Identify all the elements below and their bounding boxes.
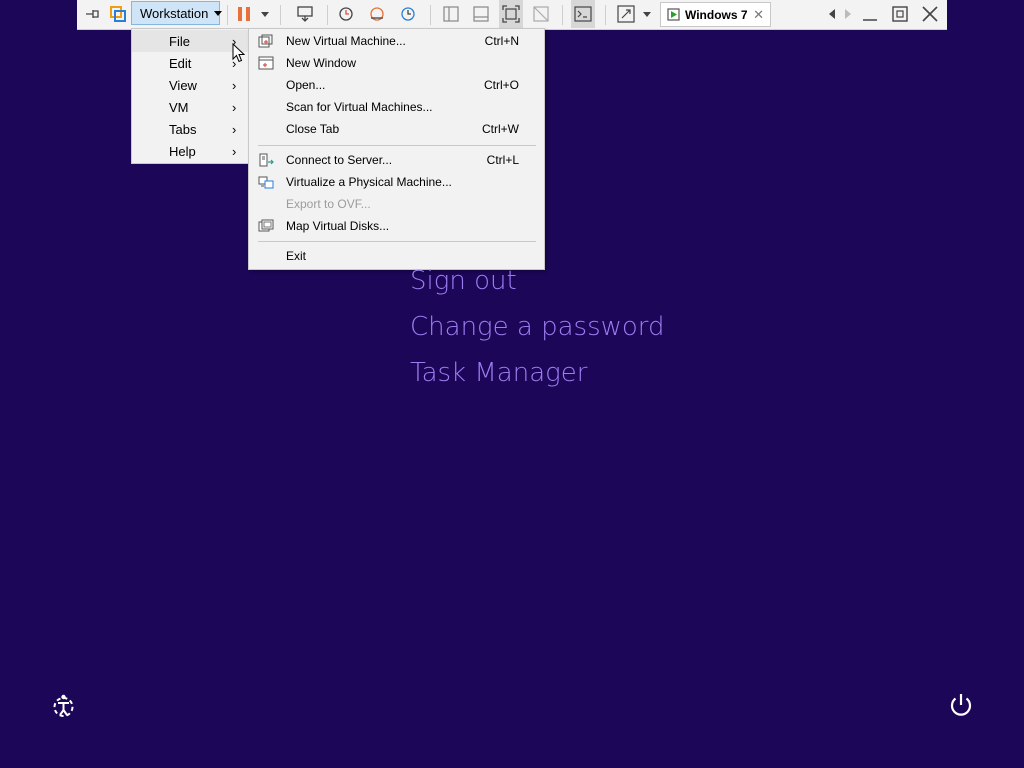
toolbar-divider (562, 5, 563, 25)
menu-item-edit[interactable]: Edit › (132, 52, 248, 74)
new-vm-icon (258, 34, 273, 48)
menu-item-map-virtual-disks[interactable]: Map Virtual Disks... (249, 215, 544, 237)
pause-icon[interactable] (233, 0, 255, 28)
close-icon[interactable] (919, 0, 941, 28)
snapshot-manager-icon[interactable] (397, 0, 419, 28)
toolbar-divider (605, 5, 606, 25)
tab-label: Windows 7 (685, 7, 748, 22)
menu-item-new-window[interactable]: New Window (249, 52, 544, 74)
menu-item-label: Close Tab (286, 122, 340, 136)
revert-snapshot-icon[interactable] (366, 0, 388, 28)
menu-item-label: New Virtual Machine... (286, 34, 406, 48)
show-library-icon[interactable] (440, 0, 462, 28)
vmware-toolbar: Workstation Windows 7 ✕ (77, 0, 947, 30)
unity-icon[interactable] (530, 0, 552, 28)
power-icon[interactable] (948, 692, 974, 718)
menu-item-vm[interactable]: VM › (132, 96, 248, 118)
mouse-pointer-icon (232, 43, 245, 63)
tab-close-icon[interactable]: ✕ (753, 7, 764, 23)
new-window-icon (258, 56, 274, 70)
tab-windows-7[interactable]: Windows 7 ✕ (660, 2, 771, 27)
restore-icon[interactable] (889, 0, 911, 28)
shortcut-label: Ctrl+N (484, 34, 519, 48)
send-ctrl-alt-del-icon[interactable] (294, 0, 316, 28)
sign-out-link[interactable]: Sign out (410, 266, 517, 296)
connect-server-icon (259, 153, 274, 167)
menu-item-scan-virtual-machines[interactable]: Scan for Virtual Machines... (249, 96, 544, 118)
menu-item-label: Map Virtual Disks... (286, 219, 390, 233)
workstation-menu-button[interactable]: Workstation (131, 1, 223, 25)
stretch-guest-icon[interactable] (615, 0, 637, 28)
virtualize-icon (258, 176, 274, 189)
shortcut-label: Ctrl+L (486, 153, 519, 167)
menu-item-tabs[interactable]: Tabs › (132, 118, 248, 140)
task-manager-link[interactable]: Task Manager (410, 358, 587, 388)
menu-item-label: View (169, 78, 197, 93)
menu-item-label: Export to OVF... (286, 197, 371, 211)
file-submenu: New Virtual Machine... Ctrl+N New Window… (248, 28, 545, 270)
menu-item-label: File (169, 34, 190, 49)
menu-item-export-to-ovf: Export to OVF... (249, 193, 544, 215)
menu-item-connect-to-server[interactable]: Connect to Server... Ctrl+L (249, 149, 544, 171)
tab-scroll-right-icon[interactable] (841, 0, 855, 28)
menu-item-label: Virtualize a Physical Machine... (286, 175, 452, 189)
chevron-right-icon: › (232, 78, 237, 93)
menu-separator (258, 241, 536, 242)
menu-item-file[interactable]: File › (132, 30, 248, 52)
toolbar-divider (430, 5, 431, 25)
menu-item-virtualize-physical-machine[interactable]: Virtualize a Physical Machine... (249, 171, 544, 193)
shortcut-label: Ctrl+W (482, 122, 519, 136)
change-password-link[interactable]: Change a password (410, 312, 665, 342)
ease-of-access-icon[interactable] (50, 693, 77, 720)
menu-item-label: Exit (286, 249, 307, 263)
menu-item-help[interactable]: Help › (132, 140, 248, 162)
workstation-label: Workstation (140, 5, 209, 21)
tab-scroll-left-icon[interactable] (825, 0, 839, 28)
menu-item-exit[interactable]: Exit (249, 245, 544, 267)
menu-item-label: New Window (286, 56, 357, 70)
menu-item-label: VM (169, 100, 189, 115)
map-disks-icon (258, 219, 274, 232)
show-thumbnail-bar-icon[interactable] (470, 0, 492, 28)
power-dropdown-icon[interactable] (258, 0, 272, 28)
menu-separator (258, 145, 536, 146)
shortcut-label: Ctrl+O (483, 78, 519, 92)
console-view-icon[interactable] (571, 0, 595, 28)
full-screen-icon[interactable] (499, 0, 523, 28)
chevron-right-icon: › (232, 100, 237, 115)
minimize-icon[interactable] (859, 0, 881, 28)
vmware-logo-icon (108, 0, 128, 28)
chevron-right-icon: › (232, 144, 237, 159)
menu-item-label: Connect to Server... (286, 153, 393, 167)
menu-item-label: Edit (169, 56, 192, 71)
toolbar-divider (327, 5, 328, 25)
menu-item-view[interactable]: View › (132, 74, 248, 96)
menu-item-label: Open... (286, 78, 326, 92)
pin-icon[interactable] (83, 0, 103, 28)
menu-item-label: Help (169, 144, 196, 159)
menu-item-label: Scan for Virtual Machines... (286, 100, 433, 114)
stretch-dropdown-icon[interactable] (641, 0, 653, 28)
menu-item-label: Tabs (169, 122, 197, 137)
vm-running-icon (667, 8, 680, 21)
menu-item-close-tab[interactable]: Close Tab Ctrl+W (249, 118, 544, 140)
toolbar-divider (227, 5, 228, 25)
menu-item-new-virtual-machine[interactable]: New Virtual Machine... Ctrl+N (249, 30, 544, 52)
toolbar-divider (280, 5, 281, 25)
chevron-right-icon: › (232, 122, 237, 137)
snapshot-icon[interactable] (335, 0, 357, 28)
caret-down-icon (214, 10, 223, 16)
menu-item-open[interactable]: Open... Ctrl+O (249, 74, 544, 96)
